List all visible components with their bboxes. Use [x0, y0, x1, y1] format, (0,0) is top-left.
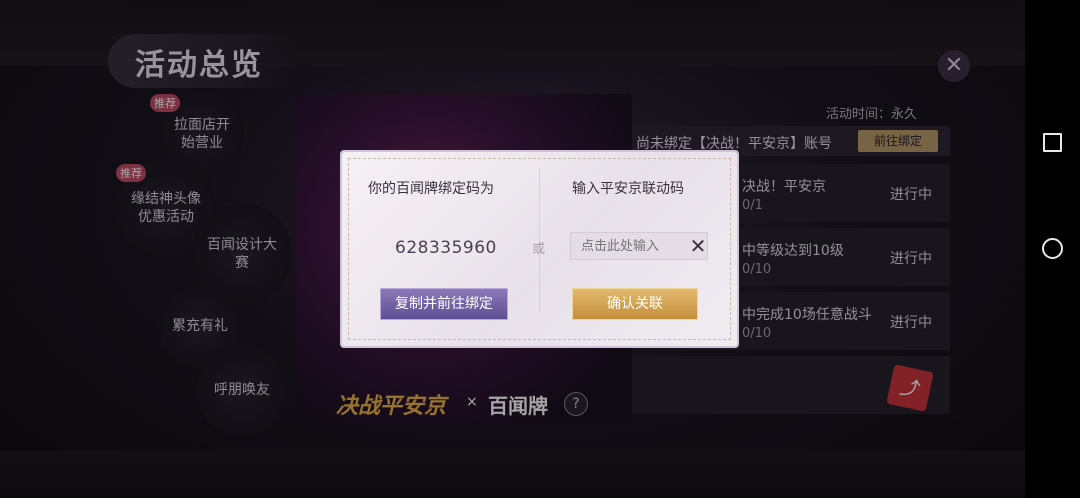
confirm-link-button[interactable]: 确认关联	[572, 288, 698, 320]
bind-dialog: 你的百闻牌绑定码为 输入平安京联动码 628335960 或 ✕ 复制并前往绑定…	[342, 152, 737, 346]
android-nav-bar	[1025, 0, 1080, 498]
home-icon[interactable]	[1042, 238, 1063, 259]
clear-icon[interactable]: ✕	[688, 234, 708, 258]
link-code-label: 输入平安京联动码	[572, 181, 684, 197]
recent-apps-icon[interactable]	[1043, 133, 1062, 152]
bind-code-label: 你的百闻牌绑定码为	[368, 181, 494, 197]
copy-and-bind-button[interactable]: 复制并前往绑定	[380, 288, 508, 320]
game-screen: 活动总览 ✕ 活动时间：永久 拉面店开始营业 推荐 缘结神头像优惠活动 推荐 百…	[0, 0, 1025, 498]
bind-code-value: 628335960	[395, 238, 497, 258]
or-label: 或	[532, 242, 546, 257]
